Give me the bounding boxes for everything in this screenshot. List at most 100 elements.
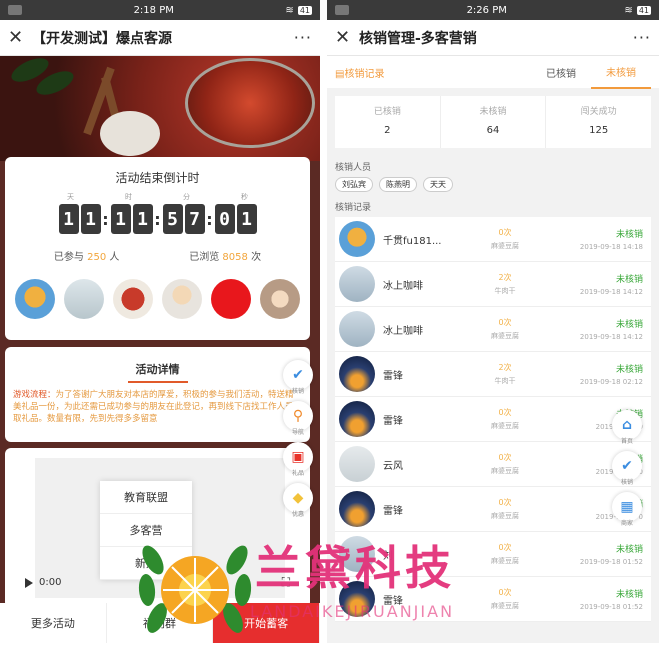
left-float-actions: ✔ 核销 ⚲ 导航 ▣ 礼品 ◆ 优惠 — [283, 360, 313, 518]
wifi-icon: ≋ — [624, 4, 633, 16]
records-list: 千贯fu181... 0次 麻婆豆腐 未核销 2019-09-18 14:18 冰上… — [335, 217, 651, 622]
share-menu: 教育联盟 多客营 新建 — [100, 481, 192, 580]
avatar — [339, 491, 375, 527]
close-icon[interactable]: ✕ — [8, 27, 32, 48]
status-time: 2:26 PM — [466, 4, 507, 16]
notification-icon — [335, 5, 349, 15]
tab-pending[interactable]: 未核销 — [591, 56, 651, 89]
staff-chip[interactable]: 天天 — [423, 177, 453, 192]
fullscreen-icon[interactable]: ⛶ — [282, 575, 290, 590]
summary-item: 未核销 64 — [441, 96, 547, 148]
avatar[interactable] — [113, 279, 153, 319]
list-item[interactable]: 云风 0次麻婆豆腐 未核销2019-09-18 0 — [335, 442, 651, 487]
float-label: 核销 — [620, 479, 633, 486]
status-bar: 2:18 PM ≋ 41 — [0, 0, 320, 20]
menu-item[interactable]: 教育联盟 — [100, 481, 192, 514]
list-item[interactable]: 雷锋 2次 牛肉干 未核销 2019-09-18 02:12 — [335, 352, 651, 397]
bottom-bar: 更多活动 福利群 开始蓄客 — [0, 603, 320, 643]
float-label: 优惠 — [291, 511, 304, 518]
tab-done[interactable]: 已核销 — [531, 57, 591, 88]
staff-chip[interactable]: 陈燕明 — [379, 177, 417, 192]
digit: 1 — [110, 204, 131, 234]
digit: 1 — [132, 204, 153, 234]
menu-item[interactable]: 新建 — [100, 547, 192, 580]
float-label: 首页 — [620, 438, 633, 445]
avatar[interactable] — [260, 279, 300, 319]
play-icon[interactable] — [25, 577, 33, 588]
avatar — [339, 536, 375, 572]
float-label: 礼品 — [291, 470, 304, 477]
record-heading: ▤核销记录 — [335, 68, 385, 80]
close-icon[interactable]: ✕ — [335, 27, 359, 48]
countdown-card: 活动结束倒计时 天 时 分 秒 11 : 11 : 57 : 01 已参与 25… — [5, 157, 310, 340]
video-player[interactable]: 教育联盟 多客营 新建 0:00 ⛶ — [5, 448, 310, 608]
right-float-actions: ⌂ 首页 ✔ 核销 ▦ 商家 — [612, 410, 642, 527]
battery-icon: 41 — [636, 5, 651, 15]
digit: 1 — [58, 204, 79, 234]
activity-detail-card: 活动详情 游戏流程：为了答谢广大朋友对本店的厚爱，积极的参与我们活动，特送精美礼… — [5, 347, 310, 442]
more-icon[interactable]: ··· — [294, 28, 312, 47]
summary-stats: 已核销 2 未核销 64 闯关成功 125 — [335, 96, 651, 148]
start-button[interactable]: 开始蓄客 — [213, 603, 320, 643]
video-time: 0:00 — [39, 577, 62, 588]
detail-text: 游戏流程：为了答谢广大朋友对本店的厚爱，积极的参与我们活动，特送精美礼品一份，为… — [13, 390, 303, 424]
summary-item: 闯关成功 125 — [580, 107, 617, 136]
avatar[interactable] — [162, 279, 202, 319]
food-banner-image — [0, 56, 320, 161]
menu-item[interactable]: 多客营 — [100, 514, 192, 547]
more-icon[interactable]: ··· — [633, 28, 651, 47]
avatar — [339, 401, 375, 437]
digit: 7 — [184, 204, 205, 234]
staff-label: 核销人员 — [335, 163, 372, 173]
staff-list: 刘弘宾 陈燕明 天天 — [327, 177, 659, 192]
digit: 1 — [80, 204, 101, 234]
status-time: 2:18 PM — [133, 4, 174, 16]
avatar — [339, 311, 375, 347]
list-item[interactable]: 刘 0次 麻婆豆腐 未核销 2019-09-18 01:52 — [335, 532, 651, 577]
list-item[interactable]: 千贯fu181... 0次 麻婆豆腐 未核销 2019-09-18 14:18 — [335, 217, 651, 262]
list-item[interactable]: 雷锋 0次麻婆豆腐 未核销2019-09-18 0 — [335, 487, 651, 532]
avatar — [339, 266, 375, 302]
avatar[interactable] — [64, 279, 104, 319]
list-item[interactable]: 雷锋 0次麻婆豆腐 未核销2019-09-18 0 — [335, 397, 651, 442]
video-controls: 0:00 — [25, 577, 61, 588]
participant-avatars — [5, 279, 310, 319]
countdown-units: 天 时 分 秒 — [5, 192, 310, 202]
unit-minute: 分 — [183, 193, 190, 201]
staff-chip[interactable]: 刘弘宾 — [335, 177, 373, 192]
unit-hour: 时 — [125, 193, 132, 201]
views-stat: 已浏览 8058 次 — [189, 252, 262, 263]
digit: 0 — [214, 204, 235, 234]
tab-bar: ▤核销记录 已核销 未核销 — [327, 56, 659, 89]
unit-day: 天 — [67, 193, 74, 201]
float-label: 导航 — [291, 429, 304, 436]
countdown-digits: 11 : 11 : 57 : 01 — [5, 204, 310, 234]
records-label: 核销记录 — [335, 203, 372, 213]
countdown-title: 活动结束倒计时 — [115, 171, 200, 185]
status-bar: 2:26 PM ≋ 41 — [327, 0, 659, 20]
avatar — [339, 581, 375, 617]
list-item[interactable]: 雷锋 0次 麻婆豆腐 未核销 2019-09-18 01:52 — [335, 577, 651, 622]
summary-item: 已核销 2 — [335, 96, 441, 148]
list-item[interactable]: 冰上咖啡 0次 麻婆豆腐 未核销 2019-09-18 14:12 — [335, 307, 651, 352]
nav-bar: ✕ 【开发测试】爆点客源 ··· — [0, 20, 320, 56]
avatar — [339, 446, 375, 482]
right-phone-screen: 2:26 PM ≋ 41 ✕ 核销管理-多客营销 ··· ▤核销记录 已核销 未核… — [327, 0, 659, 643]
avatar[interactable] — [211, 279, 251, 319]
list-item[interactable]: 冰上咖啡 2次 牛肉干 未核销 2019-09-18 14:12 — [335, 262, 651, 307]
avatar[interactable] — [15, 279, 55, 319]
avatar — [339, 356, 375, 392]
page-title: 核销管理-多客营销 — [359, 30, 477, 47]
digit: 5 — [162, 204, 183, 234]
float-label: 核销 — [291, 388, 304, 395]
more-activities-button[interactable]: 更多活动 — [0, 603, 107, 643]
notification-icon — [8, 5, 22, 15]
digit: 1 — [236, 204, 257, 234]
float-label: 商家 — [620, 520, 633, 527]
welfare-group-button[interactable]: 福利群 — [107, 603, 214, 643]
wifi-icon: ≋ — [285, 4, 294, 16]
detail-title: 活动详情 — [135, 363, 180, 376]
unit-second: 秒 — [241, 193, 248, 201]
battery-icon: 41 — [297, 5, 312, 15]
participation-stats: 已参与 250 人 已浏览 8058 次 — [5, 248, 310, 263]
